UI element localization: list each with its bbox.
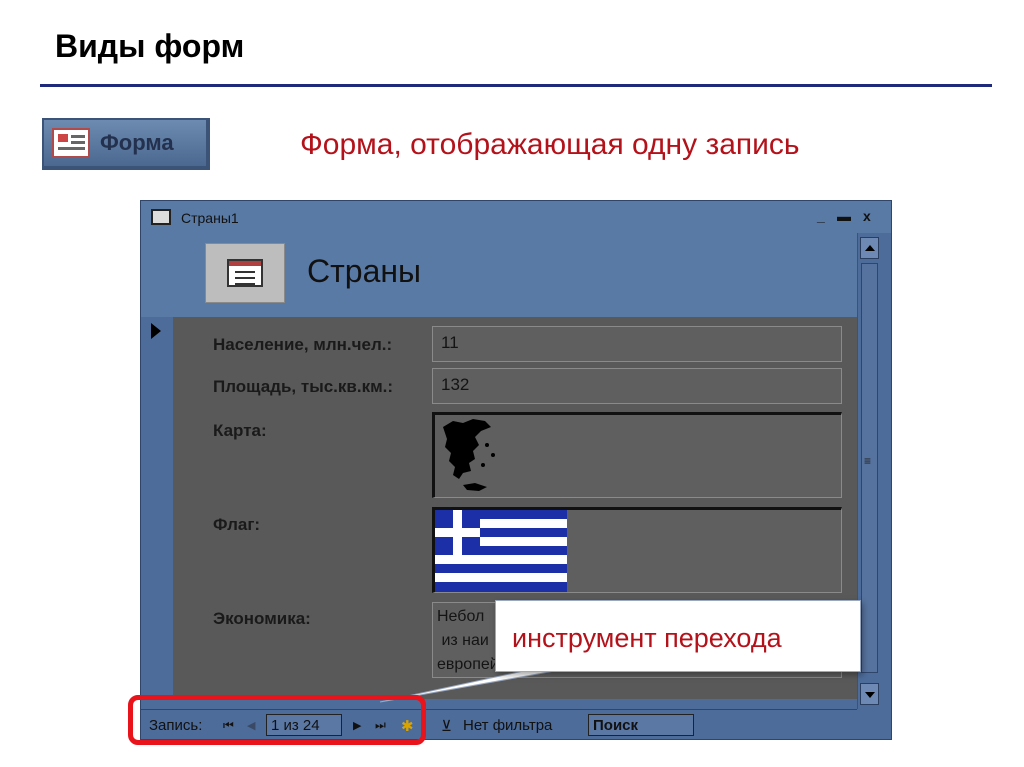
scroll-down-button[interactable] — [860, 683, 879, 705]
minimize-icon[interactable]: _ — [817, 208, 825, 224]
maximize-icon[interactable]: ▬ — [837, 208, 851, 224]
forma-ribbon-button[interactable]: Форма — [42, 118, 210, 170]
scroll-up-button[interactable] — [860, 237, 879, 259]
population-label: Население, млн.чел.: — [213, 335, 393, 354]
navigation-highlight — [128, 695, 426, 745]
record-selector[interactable] — [141, 317, 173, 699]
area-field[interactable]: 132 — [432, 368, 842, 404]
map-label: Карта: — [213, 421, 267, 440]
filter-status[interactable]: Нет фильтра — [463, 717, 552, 734]
flag-label: Флаг: — [213, 515, 261, 534]
title-rule — [40, 84, 992, 87]
callout-box: инструмент перехода — [495, 600, 861, 672]
form-header-icon — [205, 243, 285, 303]
form-icon — [52, 128, 90, 158]
filter-icon[interactable]: ⊻ — [441, 717, 452, 735]
window-title: Страны1 — [181, 210, 239, 226]
scroll-thumb[interactable] — [861, 263, 878, 673]
population-field[interactable]: 11 — [432, 326, 842, 362]
window-titlebar[interactable]: Страны1 _ ▬ x — [141, 201, 891, 233]
search-input[interactable]: Поиск — [588, 714, 694, 736]
record-pointer-icon — [151, 323, 161, 339]
area-label: Площадь, тыс.кв.км.: — [213, 377, 394, 396]
slide-subtitle: Форма, отображающая одну запись — [300, 128, 800, 161]
economy-label: Экономика: — [213, 609, 311, 628]
form-header: Страны — [141, 233, 857, 317]
form-header-title: Страны — [307, 253, 422, 289]
form-window-icon — [151, 209, 171, 225]
callout-text: инструмент перехода — [512, 623, 782, 653]
slide-title: Виды форм — [55, 28, 245, 64]
map-image[interactable] — [432, 412, 842, 498]
flag-image[interactable] — [432, 507, 842, 593]
forma-button-label: Форма — [100, 130, 174, 155]
close-icon[interactable]: x — [863, 208, 871, 224]
